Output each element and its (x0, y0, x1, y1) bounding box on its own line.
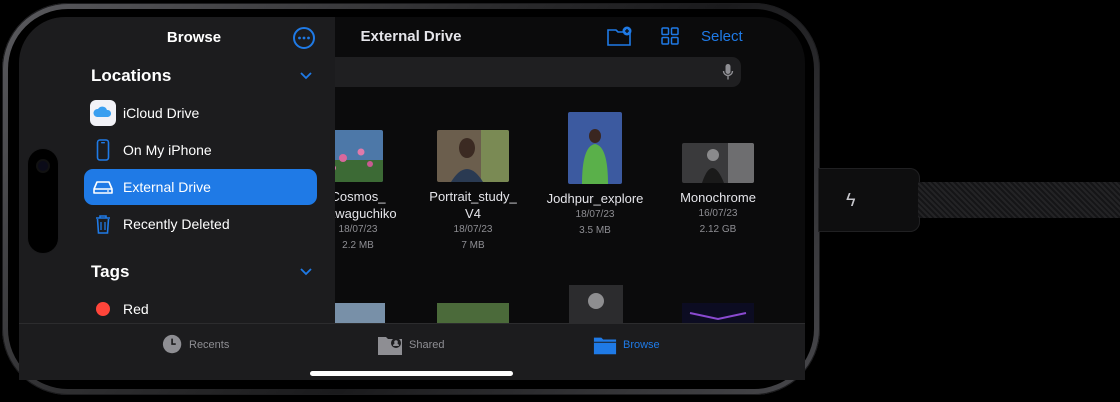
sidebar-item-label: External Drive (123, 179, 211, 195)
sidebar-item-label: Red (123, 301, 149, 317)
locations-header[interactable]: Locations (91, 66, 171, 86)
file-size: 7 MB (461, 240, 485, 251)
grid-view-icon[interactable] (661, 27, 679, 45)
select-button[interactable]: Select (701, 28, 743, 45)
external-drive-icon (93, 181, 113, 194)
file-date: 16/07/23 (698, 208, 738, 219)
dynamic-island (27, 148, 59, 254)
file-item[interactable]: Jodhpur_explore 18/07/23 3.5 MB (535, 112, 655, 239)
sidebar-item-icloud-drive[interactable]: iCloud Drive (84, 95, 317, 131)
sidebar-tag-red[interactable]: Red (84, 291, 317, 323)
microphone-icon[interactable] (722, 63, 734, 81)
file-size: 3.5 MB (579, 225, 611, 236)
file-item[interactable]: Portrait_study_ V4 18/07/23 7 MB (413, 130, 533, 254)
file-item[interactable]: Monochrome 16/07/23 2.12 GB (658, 143, 778, 238)
trash-icon (96, 215, 110, 234)
iphone-icon (96, 139, 110, 161)
file-thumbnail (437, 130, 509, 182)
red-tag-dot-icon (96, 302, 110, 316)
file-name: Portrait_study_ (429, 189, 517, 204)
file-name: Monochrome (680, 190, 756, 205)
file-date: 18/07/23 (453, 224, 493, 235)
file-thumbnail (329, 303, 385, 323)
braided-cable (918, 182, 1120, 218)
tags-header[interactable]: Tags (91, 262, 129, 282)
file-thumbnail (568, 112, 622, 184)
file-date: 18/07/23 (575, 209, 615, 220)
home-indicator[interactable] (310, 371, 513, 376)
tab-label: Browse (623, 339, 660, 351)
sidebar-item-on-my-iphone[interactable]: On My iPhone (84, 132, 317, 168)
folder-icon (593, 337, 617, 355)
search-input[interactable] (320, 57, 741, 87)
sidebar-title: Browse (166, 29, 222, 46)
thunderbolt-icon: ϟ (846, 190, 856, 210)
tab-label: Recents (189, 339, 230, 351)
file-thumbnail (437, 303, 509, 323)
shared-folder-icon (378, 337, 402, 355)
clock-icon (162, 334, 182, 354)
tab-label: Shared (409, 339, 445, 351)
file-name: Jodhpur_explore (546, 191, 644, 206)
chevron-down-icon[interactable] (300, 268, 312, 276)
sidebar-item-label: Recently Deleted (123, 216, 230, 232)
new-folder-icon[interactable] (607, 26, 633, 46)
page-title: External Drive (360, 28, 462, 45)
chevron-down-icon[interactable] (300, 72, 312, 80)
file-thumbnail (569, 285, 623, 323)
file-size: 2.12 GB (699, 224, 737, 235)
file-thumbnail (682, 143, 754, 183)
sidebar-item-recently-deleted[interactable]: Recently Deleted (84, 206, 317, 242)
file-name-line2: V4 (465, 206, 481, 221)
usb-c-connector (818, 168, 920, 232)
sidebar-item-label: iCloud Drive (123, 105, 200, 121)
icloud-icon (90, 100, 116, 126)
sidebar: Browse Locations iCloud Drive On My iPho… (19, 17, 335, 323)
file-thumbnail (682, 303, 754, 323)
more-options-icon[interactable] (293, 27, 315, 49)
sidebar-item-label: On My iPhone (123, 142, 212, 158)
sidebar-item-external-drive[interactable]: External Drive (84, 169, 317, 205)
